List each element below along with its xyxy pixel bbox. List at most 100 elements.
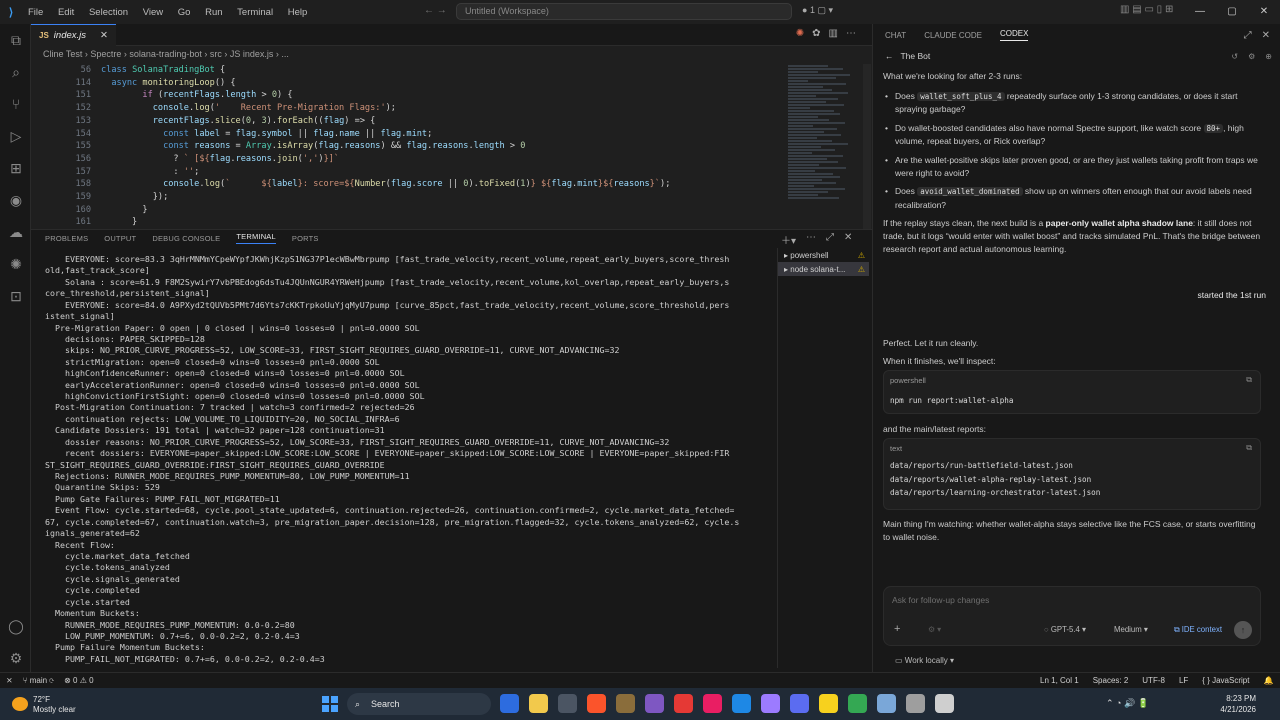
reasoning-selector[interactable]: Medium ▾ <box>1114 625 1148 634</box>
code-line[interactable]: 155 const reasons = Array.isArray(flag.r… <box>31 140 781 153</box>
tab-codex[interactable]: CODEX <box>999 29 1029 41</box>
close-chat-icon[interactable]: ✕ <box>1262 30 1270 41</box>
menu-view[interactable]: View <box>143 7 163 18</box>
code-line[interactable]: 114 async monitoringLoop() { <box>31 77 781 90</box>
encoding[interactable]: UTF-8 <box>1142 676 1165 685</box>
taskbar-app-icon[interactable] <box>703 694 722 713</box>
layout-icons[interactable]: ▥ ▤ ▭ ▯ ⊞ <box>1120 4 1173 15</box>
extensions-icon[interactable]: ⊞ <box>6 158 26 178</box>
docker-icon[interactable]: ☁ <box>6 222 26 242</box>
menu-terminal[interactable]: Terminal <box>237 7 273 18</box>
menu-edit[interactable]: Edit <box>58 7 74 18</box>
indentation[interactable]: Spaces: 2 <box>1093 676 1129 685</box>
tab-chat[interactable]: CHAT <box>885 31 906 40</box>
remote-indicator-icon[interactable]: ⨯ <box>6 676 13 685</box>
start-button[interactable] <box>322 696 338 712</box>
notifications-bell-icon[interactable]: 🔔 <box>1263 676 1273 685</box>
command-center-search[interactable]: Untitled (Workspace) <box>456 3 792 20</box>
minimize-icon[interactable]: — <box>1184 0 1216 24</box>
attach-plus-icon[interactable]: + <box>894 623 900 635</box>
code-line[interactable]: 56 class SolanaTradingBot { <box>31 64 781 77</box>
taskbar-app-icon[interactable] <box>616 694 635 713</box>
taskbar-app-icon[interactable] <box>558 694 577 713</box>
back-arrow-icon[interactable]: ← <box>885 51 898 61</box>
maximize-panel-icon[interactable]: ⤢ <box>826 232 834 247</box>
model-selector[interactable]: ◌ GPT-5.4 ▾ <box>1044 625 1086 634</box>
menu-help[interactable]: Help <box>288 7 308 18</box>
clock[interactable]: 8:23 PM 4/21/2026 <box>1220 693 1256 715</box>
code-line[interactable]: 158 console.log(` ${label}: score=${Numb… <box>31 178 781 191</box>
open-in-editor-icon[interactable]: ⤢ <box>1244 30 1252 41</box>
code-line[interactable]: 157 : ''; <box>31 166 781 179</box>
new-terminal-icon[interactable]: ＋▾ <box>781 232 796 247</box>
taskbar-app-icon[interactable] <box>819 694 838 713</box>
tab-output[interactable]: OUTPUT <box>104 234 136 243</box>
code-line[interactable]: 152 console.log(' Recent Pre-Migration F… <box>31 102 781 115</box>
problems-indicator[interactable]: ⊗ 0 ⚠ 0 <box>64 676 93 685</box>
taskbar-app-icon[interactable] <box>587 694 606 713</box>
close-icon[interactable]: ✕ <box>1248 0 1280 24</box>
openai-icon[interactable]: ✿ <box>812 28 820 39</box>
tab-claude-code[interactable]: CLAUDE CODE <box>924 31 982 40</box>
remote-icon[interactable]: ◉ <box>6 190 26 210</box>
settings-gear-icon[interactable]: ⚙ <box>6 648 26 668</box>
work-locally-dropdown[interactable]: ▭ Work locally ▾ <box>895 656 954 665</box>
code-line[interactable]: 154 const label = flag.symbol || flag.na… <box>31 128 781 141</box>
tab-debug-console[interactable]: DEBUG CONSOLE <box>152 234 220 243</box>
menu-file[interactable]: File <box>28 7 43 18</box>
system-tray-icons[interactable]: ⌃ ◔ 🔊 🔋 <box>1106 698 1149 709</box>
taskbar-app-icon[interactable] <box>500 694 519 713</box>
taskbar-app-icon[interactable] <box>790 694 809 713</box>
taskbar-app-icon[interactable] <box>848 694 867 713</box>
code-line[interactable]: 153 recentFlags.slice(0, 3).forEach((fla… <box>31 115 781 128</box>
language-mode[interactable]: { } JavaScript <box>1202 676 1249 685</box>
close-tab-icon[interactable]: ✕ <box>100 30 108 41</box>
tab-index-js[interactable]: JS index.js ✕ <box>31 23 116 46</box>
menu-selection[interactable]: Selection <box>89 7 128 18</box>
robot-icon[interactable]: ⊡ <box>6 286 26 306</box>
taskbar-app-icon[interactable] <box>761 694 780 713</box>
source-control-icon[interactable]: ⑂ <box>6 94 26 114</box>
account-icon[interactable]: ◯ <box>6 616 26 636</box>
menu-go[interactable]: Go <box>178 7 191 18</box>
taskbar-app-icon[interactable] <box>877 694 896 713</box>
copy-icon[interactable]: ⧉ <box>1246 375 1252 385</box>
code-line[interactable]: 160 } <box>31 204 781 217</box>
taskbar-search[interactable]: ⌕ Search <box>347 693 491 715</box>
close-panel-icon[interactable]: ✕ <box>844 232 852 247</box>
chat-input-field[interactable] <box>892 595 1252 605</box>
weather-icon[interactable] <box>12 697 28 711</box>
minimap[interactable] <box>788 64 852 229</box>
settings-icon[interactable]: ⚙ <box>1248 52 1255 61</box>
notification-count[interactable]: ● 1 ▢ ▾ <box>802 5 833 16</box>
copy-icon[interactable]: ⧉ <box>1246 443 1252 453</box>
new-thread-icon[interactable]: ⊕ <box>1265 52 1272 61</box>
history-icon[interactable]: ↺ <box>1231 52 1238 61</box>
editor-scrollbar[interactable] <box>863 64 871 229</box>
menu-run[interactable]: Run <box>205 7 222 18</box>
code-view[interactable]: 56 class SolanaTradingBot {114 async moni… <box>31 64 781 229</box>
tab-terminal[interactable]: TERMINAL <box>236 232 276 244</box>
tab-ports[interactable]: PORTS <box>292 234 319 243</box>
cursor-position[interactable]: Ln 1, Col 1 <box>1040 676 1079 685</box>
ide-context-toggle[interactable]: ⧉ IDE context <box>1174 625 1222 635</box>
run-debug-icon[interactable]: ▷ <box>6 126 26 146</box>
search-icon[interactable]: ⌕ <box>6 62 26 82</box>
maximize-icon[interactable]: ▢ <box>1216 0 1248 24</box>
explorer-icon[interactable]: ⧉ <box>6 30 26 50</box>
breadcrumb[interactable]: Cline Test › Spectre › solana-trading-bo… <box>31 46 872 62</box>
split-editor-icon[interactable]: ▥ <box>829 28 838 39</box>
line-ending[interactable]: LF <box>1179 676 1188 685</box>
taskbar-app-icon[interactable] <box>645 694 664 713</box>
taskbar-app-icon[interactable] <box>935 694 954 713</box>
code-line[interactable]: 151 if (recentFlags.length > 0) { <box>31 89 781 102</box>
more-icon[interactable]: ⋯ <box>806 232 816 247</box>
openai-icon[interactable]: ✺ <box>6 254 26 274</box>
terminal-item-powershell[interactable]: ▸ powershell ⚠ <box>778 248 869 262</box>
access-mode-icon[interactable]: ⚙ ▾ <box>928 625 941 634</box>
branch-indicator[interactable]: ⑂ main ⟳ <box>23 676 54 685</box>
code-line[interactable]: 156 ? ` [${flag.reasons.join(',')}]` <box>31 153 781 166</box>
taskbar-app-icon[interactable] <box>674 694 693 713</box>
code-line[interactable]: 161 } <box>31 216 781 229</box>
terminal-item-node[interactable]: ▸ node solana-t... ⚠ <box>778 262 869 276</box>
